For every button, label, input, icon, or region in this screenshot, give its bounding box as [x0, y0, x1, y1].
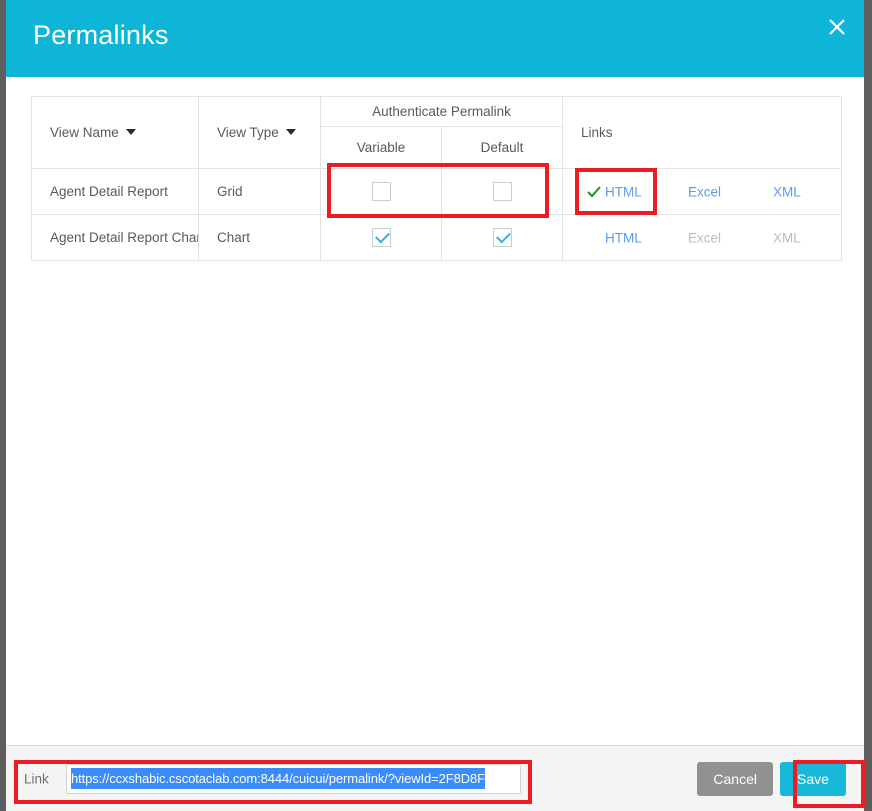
links-group: HTML Excel XML — [563, 169, 841, 214]
cell-variable-checkbox[interactable] — [320, 168, 442, 215]
column-header-view-type[interactable]: View Type — [198, 96, 321, 169]
table-row: Agent Detail Report Chart Chart HTML Exc… — [31, 214, 843, 261]
column-header-links: Links — [562, 96, 843, 169]
column-header-variable: Variable — [320, 126, 442, 169]
permalinks-table: View Name View Type Authenticate Permali… — [31, 96, 843, 261]
table-header-row: View Name View Type Authenticate Permali… — [31, 96, 843, 169]
green-check-icon — [587, 185, 601, 197]
caret-down-icon[interactable] — [285, 129, 296, 136]
cell-default-checkbox[interactable] — [440, 214, 564, 261]
variable-checkbox[interactable] — [371, 182, 391, 201]
close-icon[interactable] — [820, 10, 854, 44]
cell-view-type: Chart — [198, 214, 321, 261]
link-xml: XML — [773, 230, 801, 245]
cell-default-checkbox[interactable] — [440, 168, 564, 215]
default-checkbox[interactable] — [492, 228, 512, 247]
table-row: Agent Detail Report Grid HTML Excel XML — [31, 168, 843, 215]
cell-links: HTML Excel XML — [562, 168, 843, 215]
column-header-view-name[interactable]: View Name — [31, 96, 199, 169]
cell-view-name: Agent Detail Report — [31, 168, 199, 215]
dialog-footer: Link https://ccxshabic.cscotaclab.com:84… — [6, 745, 864, 811]
dialog-header: Permalinks — [6, 0, 864, 77]
permalinks-dialog: Permalinks View Name View Type Authentic… — [0, 0, 872, 811]
variable-checkbox[interactable] — [371, 228, 391, 247]
column-header-default: Default — [440, 126, 564, 169]
link-html[interactable]: HTML — [605, 184, 642, 199]
default-checkbox[interactable] — [492, 182, 512, 201]
dialog-body: View Name View Type Authenticate Permali… — [6, 77, 864, 745]
link-excel[interactable]: Excel — [688, 184, 721, 199]
caret-down-icon[interactable] — [125, 129, 136, 136]
link-label: Link — [24, 771, 49, 786]
links-group: HTML Excel XML — [563, 215, 841, 260]
column-header-authenticate-permalink: Authenticate Permalink — [319, 96, 564, 127]
save-button[interactable]: Save — [780, 761, 846, 796]
cancel-button[interactable]: Cancel — [697, 761, 773, 796]
close-x-icon — [829, 19, 845, 35]
cell-links: HTML Excel XML — [562, 214, 843, 261]
link-xml[interactable]: XML — [773, 184, 801, 199]
page-title: Permalinks — [33, 20, 169, 50]
column-header-view-name-label: View Name — [50, 125, 119, 140]
column-header-view-type-label: View Type — [217, 125, 279, 140]
link-input-value: https://ccxshabic.cscotaclab.com:8444/cu… — [71, 768, 485, 789]
cell-variable-checkbox[interactable] — [320, 214, 442, 261]
link-input[interactable]: https://ccxshabic.cscotaclab.com:8444/cu… — [66, 763, 521, 794]
cell-view-name: Agent Detail Report Chart — [31, 214, 199, 261]
cell-view-type: Grid — [198, 168, 321, 215]
link-html[interactable]: HTML — [605, 230, 642, 245]
link-excel: Excel — [688, 230, 722, 245]
